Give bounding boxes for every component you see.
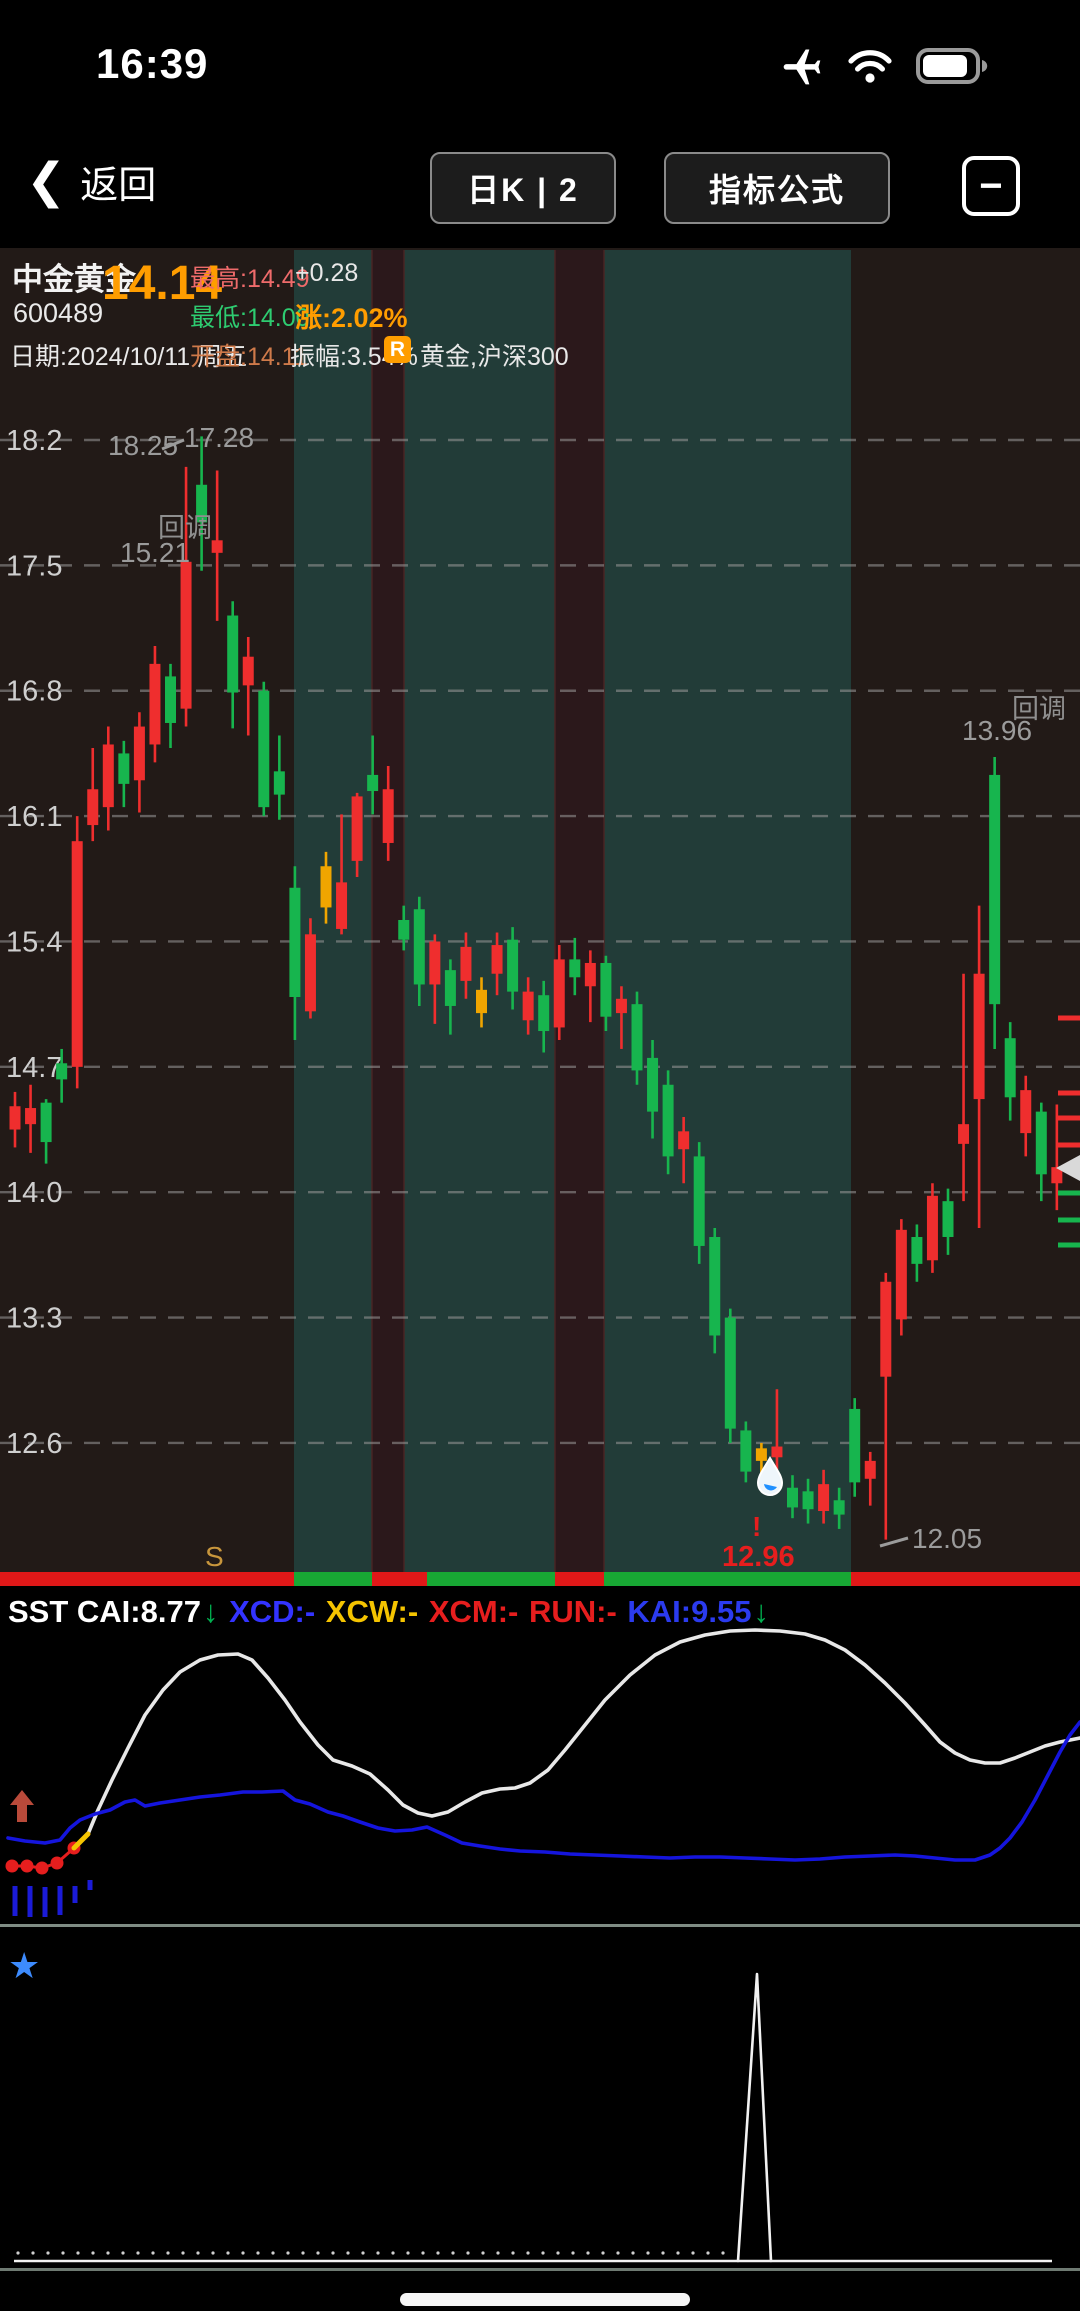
battery-icon — [916, 46, 990, 86]
status-icons — [780, 44, 990, 88]
change-value: +0.28 — [295, 259, 358, 288]
wifi-icon — [846, 46, 894, 86]
chevron-left-icon: ❮ — [26, 158, 66, 206]
indicator-value: ↓ — [753, 1594, 769, 1629]
stock-code: 600489 — [13, 298, 103, 329]
airplane-mode-icon — [780, 44, 824, 88]
minus-icon: − — [979, 166, 1002, 206]
stock-tags: 黄金,沪深300 — [420, 337, 569, 373]
indicator-value: ↓ — [203, 1594, 219, 1629]
y-axis-label: 18.2 — [6, 425, 62, 457]
indicator-value: RUN:- — [520, 1594, 616, 1629]
indicator-value: SST CAI:8.77 — [8, 1594, 201, 1629]
nav-bar: ❮ 返回 日K | 2 指标公式 − — [0, 148, 1080, 234]
chart-annotation: S — [205, 1541, 224, 1572]
chart-annotation: 12.05 — [912, 1523, 982, 1554]
high-value: 最高:14.49 — [190, 259, 310, 295]
back-label: 返回 — [80, 154, 156, 209]
indicator-value: KAI:9.55 — [619, 1594, 752, 1629]
indicator-formula-button[interactable]: 指标公式 — [664, 152, 890, 224]
chart-annotation: ! — [752, 1511, 761, 1542]
indicator-value: XCW:- — [317, 1594, 418, 1629]
indicator-value: XCD:- — [220, 1594, 315, 1629]
screen: { "status_bar": { "time": "16:39" }, "na… — [0, 0, 1080, 2311]
y-axis-label: 12.6 — [6, 1428, 62, 1460]
y-axis-label: 15.4 — [6, 926, 62, 958]
star-icon: ★ — [8, 1948, 40, 1984]
status-bar: 16:39 — [0, 30, 1080, 100]
chart-annotation: 18.25 — [108, 430, 178, 461]
r-badge: R — [384, 336, 411, 363]
chart-annotation: 12.96 — [722, 1541, 795, 1573]
status-time: 16:39 — [96, 40, 208, 88]
chart-annotation: 15.21 — [120, 537, 190, 568]
low-value: 最低:14.00 — [190, 298, 310, 334]
y-axis-label: 14.0 — [6, 1177, 62, 1209]
indicator-value: XCM:- — [420, 1594, 518, 1629]
y-axis-label: 16.1 — [6, 801, 62, 833]
stock-header: 中金黄金 14.14 600489 日期:2024/10/11 周五 最高:14… — [0, 248, 1080, 374]
y-axis-label: 14.7 — [6, 1052, 62, 1084]
chart-annotation: 17.28 — [184, 422, 254, 453]
back-button[interactable]: ❮ 返回 — [26, 154, 156, 209]
pct-change-value: 涨:2.02% — [295, 296, 408, 335]
chart-annotation: 13.96 — [962, 715, 1032, 746]
period-button[interactable]: 日K | 2 — [430, 152, 616, 224]
y-axis-label: 13.3 — [6, 1303, 62, 1335]
indicator-values-row: SST CAI:8.77↓ XCD:- XCW:- XCM:- RUN:- KA… — [8, 1594, 771, 1630]
y-axis-label: 17.5 — [6, 550, 62, 582]
y-axis-label: 16.8 — [6, 676, 62, 708]
collapse-button[interactable]: − — [962, 156, 1020, 216]
